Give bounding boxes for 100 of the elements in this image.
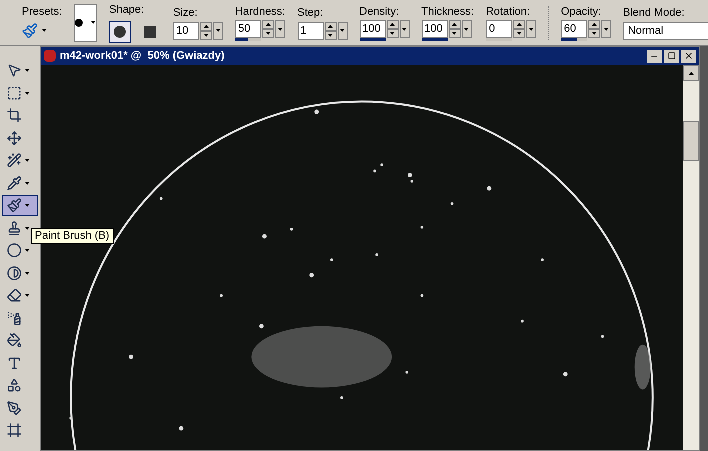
number-field[interactable]: 100 bbox=[360, 20, 386, 38]
up-arrow-icon bbox=[204, 24, 209, 28]
down-arrow-icon bbox=[592, 32, 597, 36]
down-arrow-icon bbox=[328, 34, 333, 37]
blend-mode-dropdown[interactable]: Normal bbox=[623, 22, 708, 40]
minimize-button[interactable] bbox=[647, 50, 662, 62]
caret-icon bbox=[528, 28, 534, 31]
increment-button[interactable] bbox=[324, 22, 336, 31]
crop-icon bbox=[7, 108, 22, 123]
shape-label: Shape: bbox=[109, 3, 146, 18]
caret-icon bbox=[278, 28, 283, 31]
number-field[interactable]: 1 bbox=[298, 22, 324, 40]
dropper-icon bbox=[7, 176, 22, 190]
maximize-button[interactable] bbox=[664, 50, 679, 62]
blend-mode-value: Normal bbox=[628, 24, 664, 38]
caret-icon bbox=[91, 21, 96, 24]
up-arrow-icon bbox=[516, 23, 522, 26]
caret-icon bbox=[340, 29, 345, 32]
increment-button[interactable] bbox=[386, 20, 398, 30]
dropdown-button[interactable] bbox=[400, 20, 410, 38]
dropdown-button[interactable] bbox=[275, 20, 286, 38]
field-label: Thickness: bbox=[422, 4, 474, 20]
dropdown-button[interactable] bbox=[338, 22, 348, 40]
fill-icon bbox=[7, 333, 22, 348]
up-arrow-icon bbox=[452, 23, 457, 26]
field-label: Hardness: bbox=[235, 4, 286, 20]
contrast-icon bbox=[7, 266, 22, 280]
caret-icon bbox=[25, 182, 30, 184]
caret-icon bbox=[25, 159, 30, 162]
brush-tip-picker[interactable] bbox=[74, 4, 98, 42]
caret-icon bbox=[464, 28, 469, 31]
caret-icon bbox=[25, 249, 30, 252]
window-title: m42-work01* @ 50% (Gwiazdy) bbox=[60, 48, 225, 64]
round-shape-button[interactable] bbox=[109, 20, 132, 43]
increment-button[interactable] bbox=[200, 22, 212, 31]
up-arrow-icon bbox=[328, 24, 333, 28]
close-button[interactable] bbox=[681, 50, 696, 62]
number-field[interactable]: 10 bbox=[173, 22, 200, 40]
decrement-button[interactable] bbox=[262, 29, 274, 38]
down-arrow-icon bbox=[266, 32, 271, 36]
up-arrow-icon bbox=[688, 72, 694, 74]
caret-icon bbox=[25, 226, 30, 230]
close-icon bbox=[684, 51, 694, 61]
tool-button[interactable] bbox=[2, 195, 38, 216]
round-tip-icon bbox=[114, 26, 126, 38]
decrement-button[interactable] bbox=[588, 29, 600, 38]
number-field[interactable]: 50 bbox=[235, 20, 262, 38]
caret-icon bbox=[25, 69, 30, 72]
scrollbar[interactable] bbox=[683, 65, 699, 450]
caret-icon bbox=[42, 29, 47, 32]
field-label: Opacity: bbox=[561, 4, 602, 20]
increment-button[interactable] bbox=[513, 20, 526, 30]
pen-icon bbox=[7, 400, 22, 416]
decrement-button[interactable] bbox=[513, 29, 526, 38]
eraser-icon bbox=[7, 288, 22, 303]
caret-icon bbox=[25, 272, 30, 274]
field-label: Size: bbox=[173, 6, 199, 22]
maximize-icon bbox=[668, 52, 676, 60]
dropdown-button[interactable] bbox=[601, 20, 612, 38]
brush-tip-icon bbox=[75, 18, 84, 26]
up-arrow-icon bbox=[592, 23, 597, 26]
document-icon bbox=[44, 50, 56, 62]
down-arrow-icon bbox=[516, 32, 522, 36]
spray-icon bbox=[7, 310, 22, 326]
decrement-button[interactable] bbox=[324, 30, 336, 40]
caret-icon bbox=[402, 28, 407, 31]
number-field[interactable]: 100 bbox=[422, 20, 448, 38]
up-arrow-icon bbox=[390, 23, 395, 26]
blend-mode-label: Blend Mode: bbox=[623, 6, 686, 22]
up-arrow-icon bbox=[266, 23, 271, 26]
dropdown-button[interactable] bbox=[462, 20, 472, 38]
caret-icon bbox=[25, 92, 30, 94]
caret-icon bbox=[216, 29, 221, 32]
decrement-button[interactable] bbox=[386, 29, 398, 38]
stamp-icon bbox=[7, 220, 22, 236]
selection-icon bbox=[7, 86, 22, 100]
arrow-icon bbox=[7, 63, 22, 78]
square-tip-icon bbox=[144, 26, 156, 38]
caret-icon bbox=[25, 204, 30, 207]
shape-icon bbox=[7, 378, 22, 393]
brush-icon bbox=[7, 198, 22, 213]
scroll-up-button[interactable] bbox=[683, 65, 699, 81]
caret-icon bbox=[25, 294, 30, 297]
field-label: Rotation: bbox=[486, 4, 532, 20]
field-label: Step: bbox=[298, 6, 324, 22]
increment-button[interactable] bbox=[448, 20, 460, 30]
tooltip: Paint Brush (B) bbox=[31, 228, 114, 244]
caret-icon bbox=[604, 28, 609, 31]
down-arrow-icon bbox=[452, 32, 457, 36]
wand-icon bbox=[7, 153, 22, 168]
number-field[interactable]: 60 bbox=[561, 20, 588, 38]
dropdown-button[interactable] bbox=[526, 20, 536, 38]
dropdown-button[interactable] bbox=[213, 22, 224, 40]
scroll-thumb[interactable] bbox=[683, 121, 699, 161]
down-arrow-icon bbox=[204, 34, 209, 37]
number-field[interactable]: 0 bbox=[486, 20, 512, 38]
increment-button[interactable] bbox=[262, 20, 274, 30]
presets-label: Presets: bbox=[22, 5, 62, 20]
increment-button[interactable] bbox=[588, 20, 600, 30]
decrement-button[interactable] bbox=[448, 29, 460, 38]
